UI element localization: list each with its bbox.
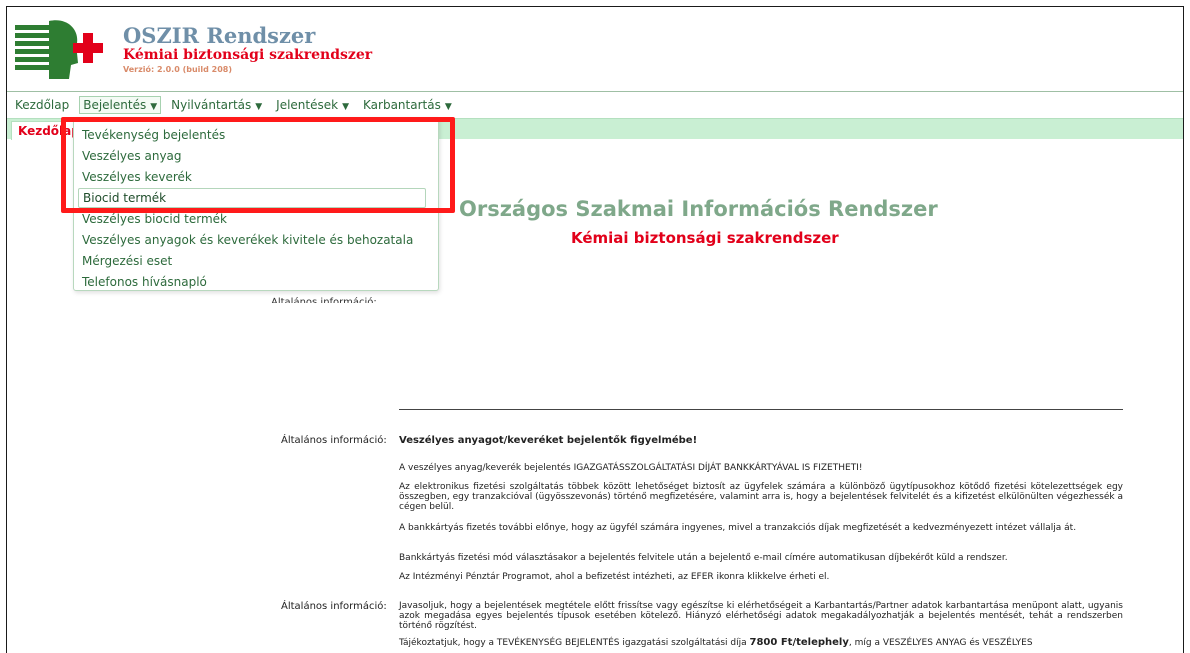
app-title: OSZIR Rendszer — [123, 23, 316, 48]
info-label: Általános információ: — [281, 435, 387, 446]
menu-kezdolap[interactable]: Kezdőlap — [11, 96, 73, 114]
app-version: Verzió: 2.0.0 (build 208) — [123, 65, 232, 74]
menu-item-telefonos-hivasnaplo[interactable]: Telefonos hívásnapló — [82, 275, 207, 289]
menu-karbantartas[interactable]: Karbantartás ▼ — [359, 96, 456, 114]
info-paragraph: Bankkártyás fizetési mód választásakor a… — [399, 553, 1008, 563]
menu-jelentesek[interactable]: Jelentések ▼ — [272, 96, 353, 114]
menu-bejelentes[interactable]: Bejelentés ▼ — [79, 96, 162, 114]
menu-label: Bejelentés — [83, 98, 147, 112]
fee-amount: 7800 Ft/telephely — [749, 637, 849, 648]
page-title: Országos Szakmai Információs Rendszer — [459, 197, 938, 221]
content-divider — [399, 409, 1123, 410]
menu-item-tevekenyseg-bejelentes[interactable]: Tevékenység bejelentés — [82, 128, 225, 142]
main-menu: Kezdőlap Bejelentés ▼ Nyilvántartás ▼ Jele… — [7, 95, 462, 115]
bejelentes-dropdown: Tevékenység bejelentés Veszélyes anyag V… — [73, 117, 439, 291]
notice-heading: Veszélyes anyagot/keveréket bejelentők f… — [399, 435, 698, 446]
menu-label: Nyilvántartás — [171, 98, 252, 112]
menu-item-mergezesi-eset[interactable]: Mérgezési eset — [82, 254, 172, 268]
info-paragraph: A bankkártyás fizetés további előnye, ho… — [399, 523, 1077, 533]
oszir-logo-icon — [15, 20, 103, 79]
fee-text: , míg a VESZÉLYES ANYAG és VESZÉLYES — [848, 638, 1033, 648]
partial-info-label: Általános információ: — [271, 297, 377, 303]
menu-item-veszelyes-anyag[interactable]: Veszélyes anyag — [82, 149, 182, 163]
info-paragraph: Az Intézményi Pénztár Programot, ahol a … — [399, 572, 830, 582]
menu-label: Kezdőlap — [15, 98, 70, 112]
menu-label: Karbantartás — [363, 98, 441, 112]
info-paragraph: Javasoljuk, hogy a bejelentések megtétel… — [399, 601, 1123, 631]
menu-item-veszelyes-keverek[interactable]: Veszélyes keverék — [82, 170, 192, 184]
caret-down-icon: ▼ — [444, 102, 452, 112]
menu-label: Jelentések — [276, 98, 339, 112]
header-divider — [7, 91, 1183, 92]
info-label: Általános információ: — [281, 601, 387, 612]
caret-down-icon: ▼ — [342, 102, 350, 112]
info-paragraph: Tájékoztatjuk, hogy a TEVÉKENYSÉG BEJELE… — [399, 637, 1123, 648]
app-subtitle: Kémiai biztonsági szakrendszer — [123, 47, 373, 63]
page-subtitle: Kémiai biztonsági szakrendszer — [571, 229, 839, 247]
info-paragraph: Az elektronikus fizetési szolgáltatás tö… — [399, 482, 1123, 512]
app-window: OSZIR Rendszer Kémiai biztonsági szakren… — [6, 6, 1184, 653]
info-paragraph: A veszélyes anyag/keverék bejelentés IGA… — [399, 463, 863, 473]
menu-item-veszelyes-biocid-termek[interactable]: Veszélyes biocid termék — [82, 212, 227, 226]
caret-down-icon: ▼ — [255, 102, 263, 112]
menu-item-kivitel-behozatal[interactable]: Veszélyes anyagok és keverékek kivitele … — [82, 233, 413, 247]
header: OSZIR Rendszer Kémiai biztonsági szakren… — [7, 7, 1183, 91]
menu-nyilvantartas[interactable]: Nyilvántartás ▼ — [167, 96, 266, 114]
fee-text: Tájékoztatjuk, hogy a TEVÉKENYSÉG BEJELE… — [399, 638, 750, 648]
caret-down-icon: ▼ — [150, 102, 158, 112]
menu-item-biocid-termek[interactable]: Biocid termék — [78, 188, 426, 208]
